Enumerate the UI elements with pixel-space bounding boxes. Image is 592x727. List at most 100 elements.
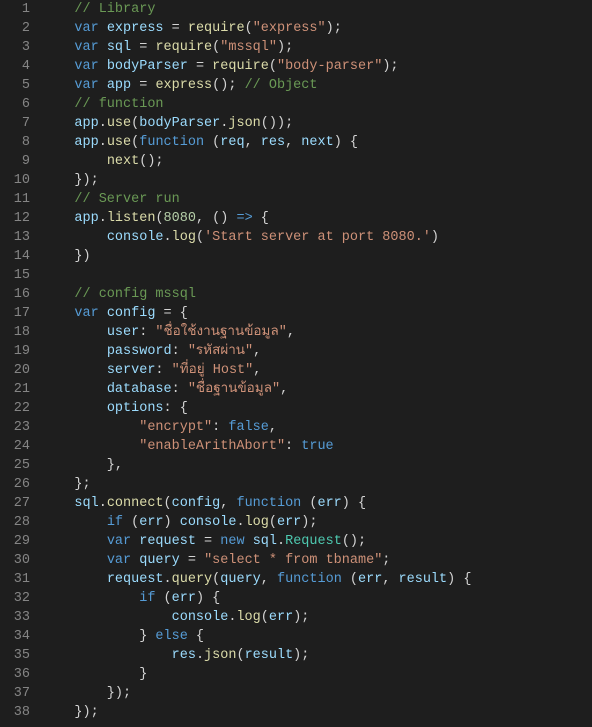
code-line[interactable]: app.use(function (req, res, next) {	[42, 133, 592, 152]
token: ,	[253, 363, 261, 378]
token: express	[155, 78, 212, 93]
code-line[interactable]: request.query(query, function (err, resu…	[42, 570, 592, 589]
token	[74, 325, 106, 340]
code-line[interactable]: });	[42, 171, 592, 190]
token: = {	[155, 306, 187, 321]
token: "ชื่อใช้งานฐานข้อมูล"	[155, 325, 286, 340]
token: :	[285, 439, 301, 454]
line-number: 18	[0, 323, 30, 342]
token: );	[301, 515, 317, 530]
token	[74, 420, 139, 435]
token: "encrypt"	[139, 420, 212, 435]
token: server	[107, 363, 156, 378]
token: ;	[382, 553, 390, 568]
token: // Object	[245, 78, 318, 93]
token: console	[172, 610, 229, 625]
code-line[interactable]: });	[42, 703, 592, 722]
token: // function	[74, 97, 163, 112]
token: {	[253, 211, 269, 226]
token: : {	[164, 401, 188, 416]
code-line[interactable]: if (err) console.log(err);	[42, 513, 592, 532]
token: res	[261, 135, 285, 150]
code-editor[interactable]: 1234567891011121314151617181920212223242…	[0, 0, 592, 722]
code-line[interactable]: var express = require("express");	[42, 19, 592, 38]
code-area[interactable]: // Library var express = require("expres…	[42, 0, 592, 722]
code-line[interactable]: app.listen(8080, () => {	[42, 209, 592, 228]
token: req	[220, 135, 244, 150]
code-line[interactable]: var request = new sql.Request();	[42, 532, 592, 551]
code-line[interactable]: next();	[42, 152, 592, 171]
line-number: 34	[0, 627, 30, 646]
token: err	[172, 591, 196, 606]
code-line[interactable]: options: {	[42, 399, 592, 418]
code-line[interactable]: sql.connect(config, function (err) {	[42, 494, 592, 513]
token: (	[164, 496, 172, 511]
code-line[interactable]: res.json(result);	[42, 646, 592, 665]
token	[74, 401, 106, 416]
code-line[interactable]: var bodyParser = require("body-parser");	[42, 57, 592, 76]
token	[245, 534, 253, 549]
code-line[interactable]: var sql = require("mssql");	[42, 38, 592, 57]
token: console	[180, 515, 237, 530]
code-line[interactable]: console.log('Start server at port 8080.'…	[42, 228, 592, 247]
token	[74, 382, 106, 397]
code-line[interactable]: };	[42, 475, 592, 494]
token: true	[301, 439, 333, 454]
token: ,	[287, 325, 295, 340]
token: .	[99, 116, 107, 131]
code-line[interactable]: },	[42, 456, 592, 475]
token: use	[107, 135, 131, 150]
code-line[interactable]: var app = express(); // Object	[42, 76, 592, 95]
token: (	[261, 610, 269, 625]
token: var	[107, 534, 131, 549]
line-number: 20	[0, 361, 30, 380]
token: var	[74, 40, 98, 55]
token: log	[172, 230, 196, 245]
token: "express"	[253, 21, 326, 36]
code-line[interactable]: // Library	[42, 0, 592, 19]
line-number: 5	[0, 76, 30, 95]
code-line[interactable]: "encrypt": false,	[42, 418, 592, 437]
token: use	[107, 116, 131, 131]
token: sql	[253, 534, 277, 549]
code-line[interactable]: // config mssql	[42, 285, 592, 304]
token: )	[164, 515, 180, 530]
token: err	[317, 496, 341, 511]
code-line[interactable]: app.use(bodyParser.json());	[42, 114, 592, 133]
code-line[interactable]: user: "ชื่อใช้งานฐานข้อมูล",	[42, 323, 592, 342]
code-line[interactable]: "enableArithAbort": true	[42, 437, 592, 456]
line-number: 3	[0, 38, 30, 57]
token: var	[74, 306, 98, 321]
token: "mssql"	[220, 40, 277, 55]
code-line[interactable]	[42, 266, 592, 285]
token: );	[293, 610, 309, 625]
code-line[interactable]: }	[42, 665, 592, 684]
code-line[interactable]: password: "รหัสผ่าน",	[42, 342, 592, 361]
code-line[interactable]: database: "ชื่อฐานข้อมูล",	[42, 380, 592, 399]
token: 'Start server at port 8080.'	[204, 230, 431, 245]
code-line[interactable]: var query = "select * from tbname";	[42, 551, 592, 570]
token: query	[220, 572, 261, 587]
token: }	[74, 667, 147, 682]
line-number-gutter: 1234567891011121314151617181920212223242…	[0, 0, 42, 722]
code-line[interactable]: console.log(err);	[42, 608, 592, 627]
line-number: 11	[0, 190, 30, 209]
code-line[interactable]: })	[42, 247, 592, 266]
token: app	[74, 135, 98, 150]
token: Request	[285, 534, 342, 549]
code-line[interactable]: var config = {	[42, 304, 592, 323]
token: });	[74, 705, 98, 720]
code-line[interactable]: });	[42, 684, 592, 703]
line-number: 10	[0, 171, 30, 190]
code-line[interactable]: // Server run	[42, 190, 592, 209]
code-line[interactable]: if (err) {	[42, 589, 592, 608]
token: database	[107, 382, 172, 397]
code-line[interactable]: } else {	[42, 627, 592, 646]
code-line[interactable]: // function	[42, 95, 592, 114]
token: .	[277, 534, 285, 549]
token: ,	[382, 572, 398, 587]
token: if	[107, 515, 123, 530]
token: );	[326, 21, 342, 36]
code-line[interactable]: server: "ที่อยู่ Host",	[42, 361, 592, 380]
token: =	[131, 40, 155, 55]
